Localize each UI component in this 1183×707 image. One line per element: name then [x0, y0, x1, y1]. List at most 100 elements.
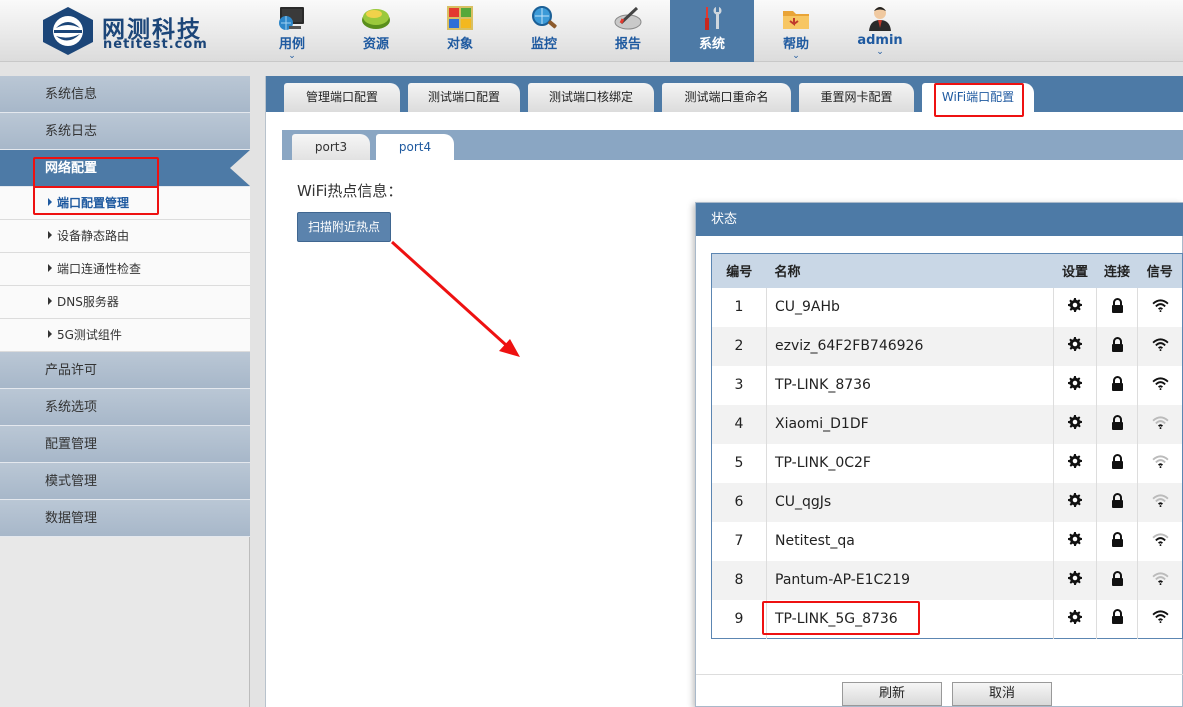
table-row[interactable]: 6 CU_qgJs: [711, 482, 1183, 522]
gear-icon[interactable]: [1068, 337, 1082, 355]
scan-hotspots-button[interactable]: 扫描附近热点: [297, 212, 391, 242]
sidebar-item-6[interactable]: DNS服务器: [0, 286, 250, 319]
connect-cell: [1096, 482, 1138, 522]
tab-config-3[interactable]: 测试端口重命名: [662, 83, 791, 112]
gear-icon[interactable]: [1068, 609, 1082, 628]
gear-icon[interactable]: [1068, 571, 1082, 589]
connect-cell: [1096, 443, 1138, 483]
dialog-title: 状态: [696, 203, 1183, 236]
table-row[interactable]: 4 Xiaomi_D1DF: [711, 404, 1183, 444]
ssid-name: Netitest_qa: [766, 521, 1054, 561]
brand-domain: netitest.com: [103, 37, 208, 52]
logo[interactable]: 网测科技 netitest.com: [40, 6, 220, 56]
row-number: 7: [711, 521, 767, 561]
lock-icon[interactable]: [1111, 609, 1124, 628]
col-header-settings: 设置: [1053, 253, 1097, 288]
row-number: 2: [711, 326, 767, 366]
lock-icon[interactable]: [1111, 531, 1124, 551]
lock-icon[interactable]: [1111, 570, 1124, 590]
tab-config-5[interactable]: WiFi端口配置: [922, 83, 1034, 112]
sidebar-item-1[interactable]: 系统日志: [0, 113, 250, 150]
table-row[interactable]: 2 ezviz_64F2FB746926: [711, 326, 1183, 366]
sidebar-item-12[interactable]: 数据管理: [0, 500, 250, 537]
sidebar-item-label: 网络配置: [45, 161, 98, 176]
sidebar-item-11[interactable]: 模式管理: [0, 463, 250, 500]
nav-item-1[interactable]: 资源: [334, 0, 418, 62]
lock-icon[interactable]: [1111, 453, 1124, 473]
signal-cell: [1137, 599, 1183, 639]
gear-icon[interactable]: [1068, 532, 1082, 550]
sidebar-item-9[interactable]: 系统选项: [0, 389, 250, 426]
sidebar-item-5[interactable]: 端口连通性检查: [0, 253, 250, 286]
ssid-name: TP-LINK_8736: [766, 365, 1054, 405]
row-number: 1: [711, 287, 767, 327]
tab-config-1[interactable]: 测试端口配置: [408, 83, 520, 112]
sidebar-item-label: 端口配置管理: [57, 196, 130, 210]
lock-icon[interactable]: [1111, 297, 1124, 317]
sidebar-item-label: 模式管理: [45, 474, 98, 489]
lock-icon[interactable]: [1111, 336, 1124, 356]
signal-cell: [1137, 287, 1183, 327]
table-row[interactable]: 3 TP-LINK_8736: [711, 365, 1183, 405]
caret-right-icon: [48, 297, 52, 305]
gear-icon[interactable]: [1068, 415, 1082, 433]
wifi-signal-icon: [1151, 337, 1169, 355]
table-header-row: 编号 名称 设置 连接 信号: [711, 253, 1183, 288]
nav-item-label: 帮助: [782, 37, 809, 52]
gear-icon[interactable]: [1068, 298, 1082, 316]
table-row[interactable]: 9 TP-LINK_5G_8736: [711, 599, 1183, 639]
lock-icon[interactable]: [1111, 375, 1124, 395]
gear-icon[interactable]: [1068, 454, 1082, 472]
ssid-name: CU_9AHb: [766, 287, 1054, 327]
table-row[interactable]: 1 CU_9AHb: [711, 287, 1183, 327]
col-header-connect: 连接: [1096, 253, 1138, 288]
tab-config-2[interactable]: 测试端口核绑定: [528, 83, 654, 112]
nav-item-label: 资源: [362, 37, 389, 52]
sidebar-item-0[interactable]: 系统信息: [0, 76, 250, 113]
tab-config-4[interactable]: 重置网卡配置: [799, 83, 914, 112]
caret-right-icon: [48, 198, 52, 206]
sidebar-item-2[interactable]: 网络配置: [0, 150, 250, 187]
sidebar-item-label: 端口连通性检查: [57, 262, 142, 276]
sidebar-item-10[interactable]: 配置管理: [0, 426, 250, 463]
gear-icon[interactable]: [1068, 376, 1082, 394]
wifi-signal-icon: [1151, 454, 1169, 472]
gear-icon[interactable]: [1068, 493, 1082, 511]
user-avatar-icon: [838, 5, 922, 31]
wifi-signal-icon: [1151, 298, 1169, 316]
config-tabbar: 管理端口配置 测试端口配置 测试端口核绑定 测试端口重命名 重置网卡配置 WiFi端口配置: [266, 76, 1183, 112]
help-folder-icon: [754, 5, 838, 31]
table-row[interactable]: 7 Netitest_qa: [711, 521, 1183, 561]
nav-item-0[interactable]: 用例 ⌄: [250, 0, 334, 62]
table-row[interactable]: 8 Pantum-AP-E1C219: [711, 560, 1183, 600]
ssid-name: Xiaomi_D1DF: [766, 404, 1054, 444]
table-row[interactable]: 5 TP-LINK_0C2F: [711, 443, 1183, 483]
lock-icon[interactable]: [1111, 414, 1124, 434]
nav-item-6[interactable]: 帮助 ⌄: [754, 0, 838, 62]
chevron-down-icon: ⌄: [792, 51, 800, 61]
lock-icon[interactable]: [1111, 492, 1124, 512]
sidebar-item-8[interactable]: 产品许可: [0, 352, 250, 389]
signal-cell: [1137, 326, 1183, 366]
sidebar-item-4[interactable]: 设备静态路由: [0, 220, 250, 253]
wifi-table: 编号 名称 设置 连接 信号 1 CU_9AHb 2 ezviz_64F2FB7469…: [711, 253, 1183, 639]
tab-config-0[interactable]: 管理端口配置: [284, 83, 400, 112]
nav-item-7[interactable]: admin ⌄: [838, 0, 922, 62]
logo-mark-icon: [43, 7, 93, 55]
sidebar-item-3[interactable]: 端口配置管理: [0, 187, 250, 220]
tab-port3[interactable]: port3: [292, 134, 370, 160]
cancel-button[interactable]: 取消: [952, 682, 1052, 706]
nav-item-4[interactable]: 报告: [586, 0, 670, 62]
tab-port4[interactable]: port4: [376, 134, 454, 160]
nav-item-3[interactable]: 监控: [502, 0, 586, 62]
row-number: 3: [711, 365, 767, 405]
sidebar-item-label: 5G测试组件: [57, 328, 122, 342]
nav-item-2[interactable]: 对象: [418, 0, 502, 62]
nav-item-5[interactable]: 系统: [670, 0, 754, 62]
row-number: 4: [711, 404, 767, 444]
refresh-button[interactable]: 刷新: [842, 682, 942, 706]
sidebar-item-7[interactable]: 5G测试组件: [0, 319, 250, 352]
connect-cell: [1096, 599, 1138, 639]
sidebar-item-label: 配置管理: [45, 437, 98, 452]
wifi-signal-icon: [1151, 571, 1169, 589]
